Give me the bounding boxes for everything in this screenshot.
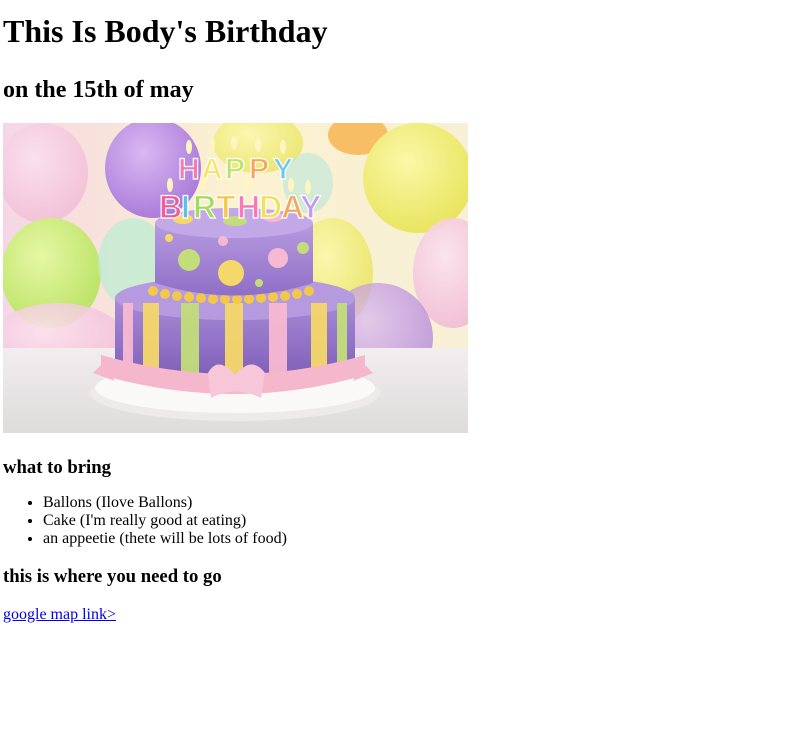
svg-text:B: B [159, 189, 182, 225]
map-link-paragraph: google map link> [3, 606, 792, 624]
svg-text:H: H [237, 189, 260, 225]
bring-list: Ballons (Ilove Ballons) Cake (I'm really… [3, 494, 792, 548]
svg-text:Y: Y [300, 189, 321, 225]
svg-text:H: H [178, 153, 200, 186]
page-title: This Is Body's Birthday [3, 13, 328, 49]
page-subtitle: on the 15th of may [3, 77, 194, 103]
bring-heading: what to bring [3, 457, 111, 478]
svg-text:P: P [249, 153, 269, 186]
birthday-cake-image: H A P P Y B I R T H D A Y [3, 123, 468, 433]
page: This Is Body's Birthday on the 15th of m… [0, 10, 795, 624]
list-item: Ballons (Ilove Ballons) [43, 494, 792, 512]
location-heading: this is where you need to go [3, 566, 222, 587]
svg-text:R: R [193, 189, 216, 225]
list-item: Cake (I'm really good at eating) [43, 512, 792, 530]
svg-text:P: P [225, 153, 245, 186]
svg-text:D: D [259, 189, 282, 225]
list-item: an appeetie (thete will be lots of food) [43, 530, 792, 548]
svg-text:I: I [181, 189, 190, 225]
google-map-link[interactable]: google map link> [3, 606, 116, 623]
svg-text:T: T [216, 189, 236, 225]
